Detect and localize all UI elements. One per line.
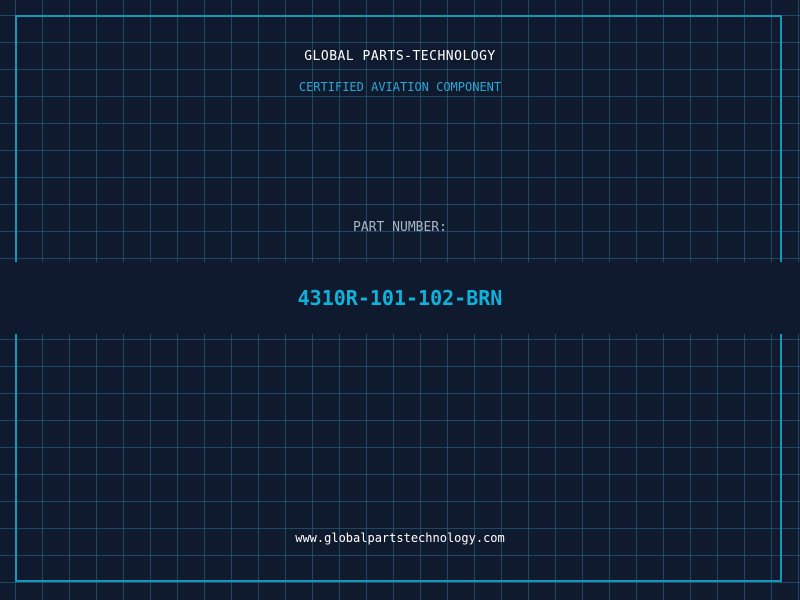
brand-title: GLOBAL PARTS-TECHNOLOGY bbox=[304, 49, 496, 64]
brand-tagline: CERTIFIED AVIATION COMPONENT bbox=[298, 80, 502, 94]
label-canvas: GLOBAL PARTS-TECHNOLOGY CERTIFIED AVIATI… bbox=[0, 0, 800, 600]
part-number-label: PART NUMBER: bbox=[353, 220, 447, 235]
website-url: www.globalpartstechnology.com bbox=[295, 531, 505, 545]
part-number-value: 4310R-101-102-BRN bbox=[297, 286, 503, 310]
